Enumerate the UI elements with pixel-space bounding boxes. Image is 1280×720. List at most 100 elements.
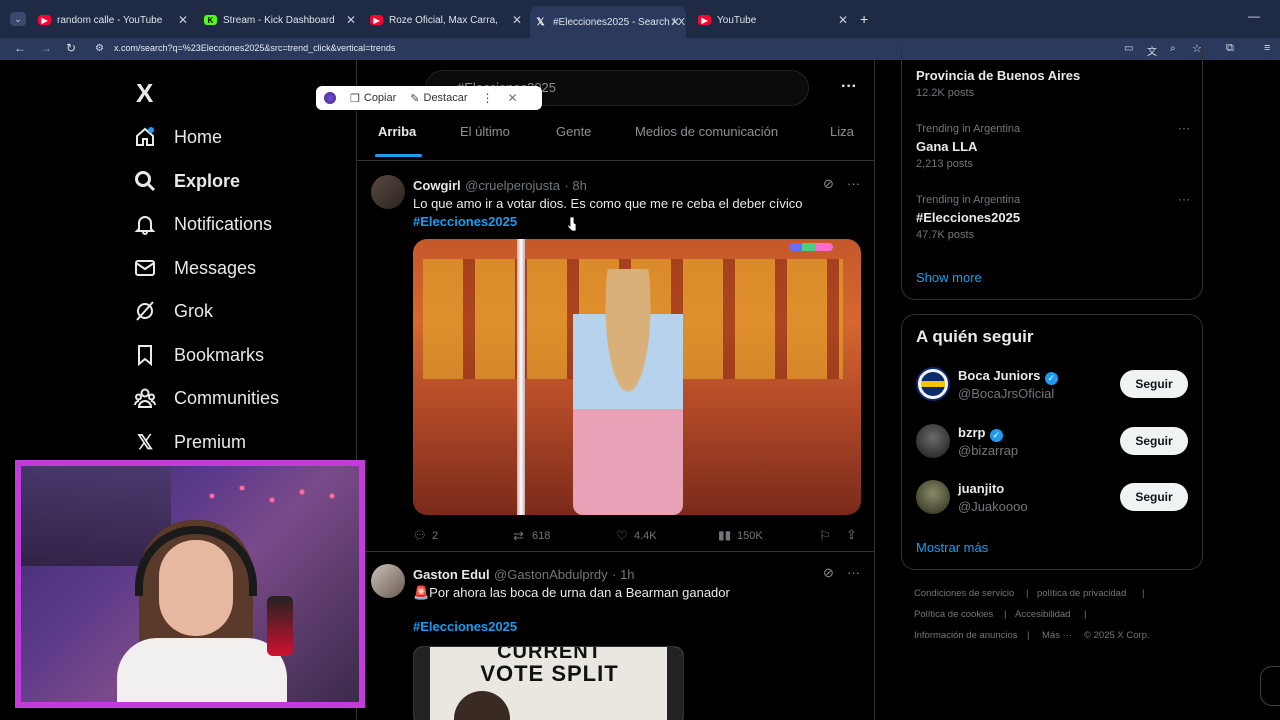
retweet-icon[interactable]: ⇄ xyxy=(513,528,524,544)
minimize-icon[interactable]: — xyxy=(1248,9,1260,23)
reload-icon[interactable]: ↻ xyxy=(66,41,76,55)
tweet-media-image[interactable] xyxy=(413,239,861,515)
close-icon[interactable]: ✕ xyxy=(178,13,188,27)
views-count: 150K xyxy=(737,530,763,542)
sidebar-item-label: Grok xyxy=(174,300,214,321)
tab-medios[interactable]: Medios de comunicación xyxy=(635,124,778,139)
share-icon[interactable]: ⇪ xyxy=(846,527,857,543)
footer-link-ads-info[interactable]: Información de anuncios xyxy=(914,630,1018,641)
sidebar-item-grok[interactable]: Grok xyxy=(134,299,213,323)
copy-icon[interactable]: ❐ xyxy=(350,92,360,105)
tweet-author-name[interactable]: Cowgirl xyxy=(413,178,461,193)
follow-suggestion[interactable]: bzrp ✓ @bizarrap Seguir xyxy=(902,422,1202,462)
close-icon[interactable]: ✕ xyxy=(508,91,518,105)
tweet-hashtag[interactable]: #Elecciones2025 xyxy=(413,619,517,634)
browser-tab-3[interactable]: ▶ Roze Oficial, Max Carra, Valen, Ma ✕ xyxy=(370,8,522,32)
sidebar-item-home[interactable]: Home xyxy=(134,125,222,149)
mouse-cursor-icon xyxy=(567,216,577,232)
tab-el-ultimo[interactable]: El último xyxy=(460,124,510,139)
avatar[interactable] xyxy=(371,175,405,209)
bookmark-icon xyxy=(134,344,156,366)
avatar[interactable] xyxy=(916,480,950,514)
tweet-hashtag[interactable]: #Elecciones2025 xyxy=(413,214,517,229)
close-icon[interactable]: ✕ xyxy=(346,13,356,27)
follow-button[interactable]: Seguir xyxy=(1120,483,1188,511)
trend-item[interactable]: Provincia de Buenos Aires 12.2K posts xyxy=(916,68,1080,99)
x-logo[interactable]: X xyxy=(136,78,153,109)
footer-link-privacy[interactable]: política de privacidad xyxy=(1037,588,1126,599)
close-icon[interactable]: ✕ xyxy=(838,13,848,27)
tweet-time[interactable]: · 8h xyxy=(564,178,586,193)
avatar[interactable] xyxy=(371,564,405,598)
highlight-button[interactable]: Destacar xyxy=(424,92,468,104)
site-info-icon[interactable]: ⚙ xyxy=(95,43,104,54)
tweet-author-name[interactable]: Gaston Edul xyxy=(413,567,490,582)
extensions-icon[interactable]: ⧉ xyxy=(1226,42,1234,55)
highlight-icon[interactable]: ✎ xyxy=(410,92,419,105)
views-icon[interactable]: ▮▮ xyxy=(718,528,731,542)
close-icon[interactable]: ✕ xyxy=(670,15,680,29)
footer-link-more[interactable]: Más ··· xyxy=(1042,630,1072,641)
url-field[interactable]: x.com/search?q=%23Elecciones2025&src=tre… xyxy=(114,43,395,53)
show-more-link[interactable]: Mostrar más xyxy=(916,540,988,555)
suggestion-handle: @BocaJrsOficial xyxy=(958,386,1055,401)
trend-item[interactable]: Trending in Argentina #Elecciones2025 47… xyxy=(916,192,1190,241)
show-more-link[interactable]: Show more xyxy=(916,270,982,285)
follow-suggestion[interactable]: Boca Juniors ✓ @BocaJrsOficial Seguir xyxy=(902,365,1202,405)
tab-gente[interactable]: Gente xyxy=(556,124,591,139)
new-tab-button[interactable]: + xyxy=(860,11,868,27)
sidebar-item-premium[interactable]: 𝕏 Premium xyxy=(134,430,246,454)
reply-icon[interactable]: 💬︎ xyxy=(413,529,427,542)
forward-icon[interactable]: → xyxy=(40,41,52,55)
tweet[interactable]: Gaston Edul @GastonAbdulprdy · 1h ⊘ ··· … xyxy=(357,552,874,720)
grok-icon[interactable]: ⊘ xyxy=(823,565,834,581)
media-figure xyxy=(573,269,683,515)
copy-button[interactable]: Copiar xyxy=(364,92,396,104)
tab-liza[interactable]: Liza xyxy=(830,124,854,139)
trend-name: Gana LLA xyxy=(916,139,978,154)
tab-arriba[interactable]: Arriba xyxy=(378,124,416,139)
more-icon[interactable]: ··· xyxy=(1178,121,1190,135)
browser-tab-4[interactable]: 𝕏 #Elecciones2025 - Search / X ✕ xyxy=(530,6,686,38)
avatar[interactable] xyxy=(916,424,950,458)
more-icon[interactable]: ··· xyxy=(847,565,860,580)
follow-suggestion[interactable]: juanjito @Juakoooo Seguir xyxy=(902,478,1202,518)
sidebar-item-messages[interactable]: Messages xyxy=(134,256,256,280)
grok-icon[interactable]: ⊘ xyxy=(823,176,834,192)
browser-tab-1[interactable]: ▶ random calle - YouTube ✕ xyxy=(38,8,188,32)
bookmark-icon[interactable]: ⚐ xyxy=(819,528,831,544)
footer-link-cookies[interactable]: Política de cookies xyxy=(914,609,993,620)
back-icon[interactable]: ← xyxy=(14,41,26,55)
browser-tab-2[interactable]: K Stream - Kick Dashboard ✕ xyxy=(204,8,356,32)
avatar[interactable] xyxy=(916,367,950,401)
more-icon[interactable]: ··· xyxy=(1178,192,1190,206)
tweet-media-image[interactable]: CURRENT VOTE SPLIT xyxy=(413,646,684,720)
more-icon[interactable]: ··· xyxy=(841,78,857,96)
tweet-author-handle[interactable]: @cruelperojusta xyxy=(465,178,560,193)
grok-floating-button[interactable] xyxy=(1260,666,1280,706)
sidebar-item-communities[interactable]: Communities xyxy=(134,386,279,410)
tweet-time[interactable]: · 1h xyxy=(612,567,634,582)
sidebar-item-notifications[interactable]: Notifications xyxy=(134,212,272,236)
sidebar-item-bookmarks[interactable]: Bookmarks xyxy=(134,343,264,367)
selection-popup: ❐ Copiar ✎ Destacar ⋮ ✕ xyxy=(316,86,542,110)
like-icon[interactable]: ♡ xyxy=(616,528,628,544)
mail-icon xyxy=(134,257,156,279)
follow-button[interactable]: Seguir xyxy=(1120,427,1188,455)
browser-tab-5[interactable]: ▶ YouTube ✕ xyxy=(698,8,848,32)
footer-link-terms[interactable]: Condiciones de servicio xyxy=(914,588,1014,599)
menu-icon[interactable]: ≡ xyxy=(1264,42,1270,54)
sidebar-item-explore[interactable]: Explore xyxy=(134,169,240,193)
trend-count: 47.7K posts xyxy=(916,229,975,241)
tab-search-icon[interactable]: ⌄ xyxy=(10,12,26,26)
follow-button[interactable]: Seguir xyxy=(1120,370,1188,398)
more-vertical-icon[interactable]: ⋮ xyxy=(482,91,494,105)
tweet-author-handle[interactable]: @GastonAbdulprdy xyxy=(494,567,608,582)
webcam-person-body xyxy=(117,638,287,702)
tweet[interactable]: Cowgirl @cruelperojusta · 8h ⊘ ··· Lo qu… xyxy=(357,161,874,551)
footer-link-accessibility[interactable]: Accesibilidad xyxy=(1015,609,1070,620)
suggestion-name-row: bzrp ✓ xyxy=(958,424,1003,442)
close-icon[interactable]: ✕ xyxy=(512,13,522,27)
trend-item[interactable]: Trending in Argentina Gana LLA 2,213 pos… xyxy=(916,121,1190,170)
more-icon[interactable]: ··· xyxy=(847,176,860,191)
